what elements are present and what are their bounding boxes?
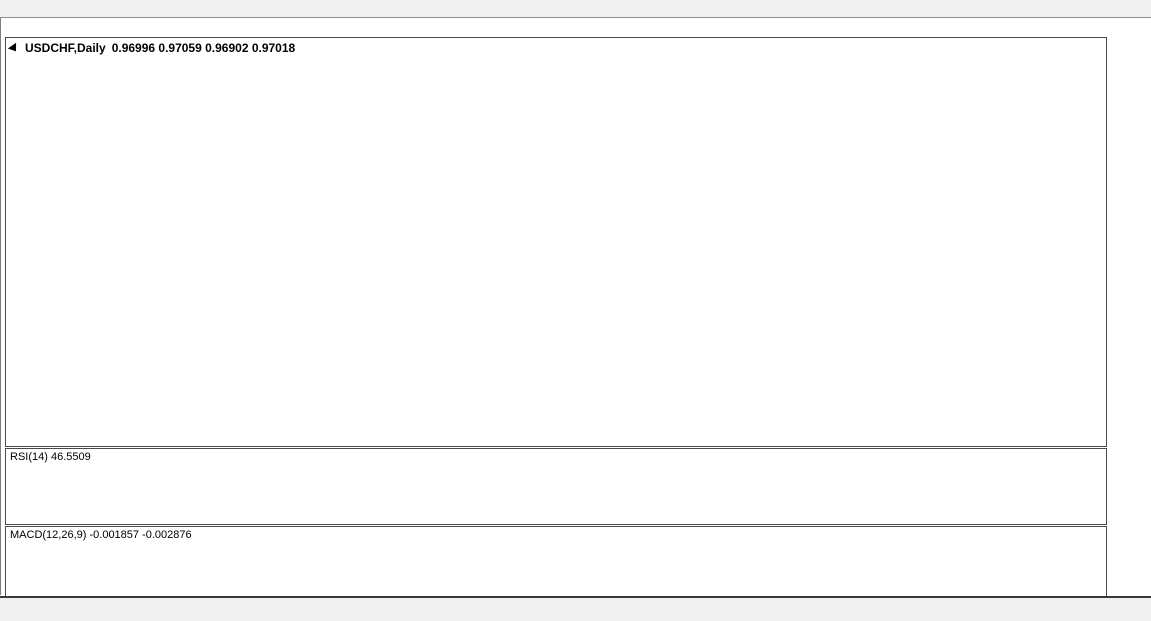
trading-app-window: USDCHF,Daily 0.96996 0.97059 0.96902 0.9… [0, 0, 1151, 621]
chart-window: USDCHF,Daily 0.96996 0.97059 0.96902 0.9… [0, 18, 1151, 595]
timeframe-toolbar [0, 0, 1151, 18]
rsi-name: RSI(14) [10, 451, 48, 463]
macd-indicator-label: MACD(12,26,9) -0.001857 -0.002876 [10, 529, 192, 541]
macd-name: MACD(12,26,9) [10, 529, 86, 541]
symbol-period-label: USDCHF,Daily [25, 41, 106, 55]
rsi-current-value: 46.5509 [51, 451, 91, 463]
chart-tab-bar [0, 596, 1151, 621]
chart-menu-icon[interactable] [8, 42, 20, 53]
ohlc-values: 0.96996 0.97059 0.96902 0.97018 [112, 41, 296, 55]
chart-title: USDCHF,Daily 0.96996 0.97059 0.96902 0.9… [9, 41, 295, 55]
macd-current-values: -0.001857 -0.002876 [89, 529, 191, 541]
rsi-indicator-label: RSI(14) 46.5509 [10, 451, 91, 463]
chart-canvas[interactable] [1, 18, 1151, 616]
